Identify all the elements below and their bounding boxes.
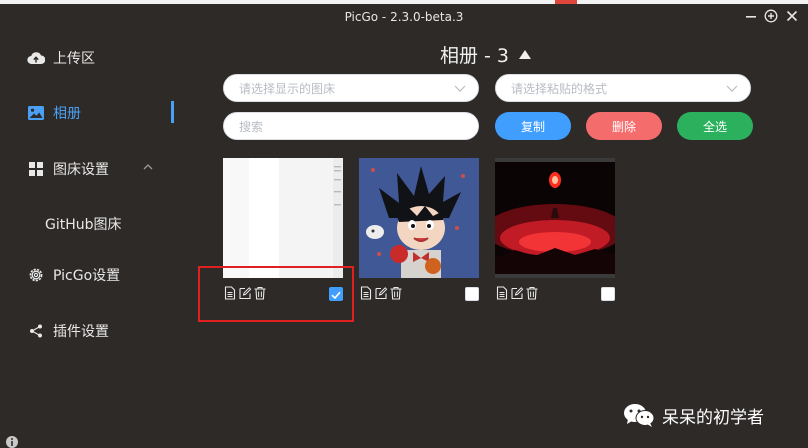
sidebar-item-label: PicGo设置 (53, 268, 121, 284)
sidebar-item-gallery[interactable]: 相册 (0, 95, 200, 131)
sidebar: 上传区 相册 图床设置 GitHub图床 PicGo设置 插件设置 (0, 30, 200, 448)
trash-icon[interactable] (525, 286, 539, 300)
search-placeholder: 搜索 (239, 119, 264, 134)
sidebar-item-label: 插件设置 (53, 324, 109, 340)
add-icon[interactable] (762, 7, 780, 25)
title-bar: PicGo - 2.3.0-beta.3 (0, 4, 808, 30)
share-icon (27, 322, 45, 340)
active-indicator (171, 101, 174, 123)
upload-cloud-icon (27, 49, 45, 67)
copy-button[interactable]: 复制 (495, 112, 571, 140)
gear-icon (27, 266, 45, 284)
sidebar-item-plugin-settings[interactable]: 插件设置 (0, 313, 200, 349)
watermark-text: 呆呆的初学者 (662, 407, 764, 428)
goku-thumbnail[interactable] (359, 158, 479, 278)
sidebar-item-label: 图床设置 (53, 162, 109, 178)
sidebar-item-label: 上传区 (53, 51, 95, 67)
trash-icon[interactable] (389, 286, 403, 300)
grid-icon (27, 160, 45, 178)
document-icon[interactable] (359, 286, 373, 300)
image-icon (27, 104, 45, 122)
card-tools (495, 286, 539, 300)
paste-format-placeholder: 请选择粘贴的格式 (511, 81, 608, 96)
chevron-down-icon (726, 85, 738, 92)
select-all-button[interactable]: 全选 (677, 112, 753, 140)
sidebar-item-picgo-settings[interactable]: PicGo设置 (0, 257, 200, 293)
edit-icon[interactable] (374, 286, 388, 300)
info-icon[interactable] (6, 436, 18, 448)
card-tools (359, 286, 403, 300)
search-input[interactable]: 搜索 (223, 112, 479, 140)
sidebar-item-upload[interactable]: 上传区 (0, 40, 200, 76)
picbed-filter-placeholder: 请选择显示的图床 (239, 81, 336, 96)
minimize-icon[interactable] (742, 7, 760, 25)
window-title: PicGo - 2.3.0-beta.3 (344, 10, 464, 24)
watermark: 呆呆的初学者 (622, 402, 764, 428)
edit-icon[interactable] (510, 286, 524, 300)
paste-format-select[interactable]: 请选择粘贴的格式 (495, 74, 751, 102)
sidebar-item-picbed-settings[interactable]: 图床设置 (0, 151, 200, 187)
select-checkbox[interactable] (601, 287, 615, 301)
document-icon[interactable] (495, 286, 509, 300)
sidebar-subitem-github[interactable]: GitHub图床 (45, 214, 122, 234)
close-icon[interactable] (783, 7, 801, 25)
sidebar-item-label: 相册 (53, 106, 81, 122)
caret-up-icon[interactable] (519, 50, 532, 59)
highlight-annotation (198, 266, 354, 322)
red-sky-thumbnail[interactable] (495, 158, 615, 278)
wechat-icon (624, 404, 655, 427)
picbed-filter-select[interactable]: 请选择显示的图床 (223, 74, 479, 102)
delete-button[interactable]: 删除 (586, 112, 662, 140)
select-checkbox[interactable] (465, 287, 479, 301)
page-title: 相册 - 3 (440, 41, 532, 68)
page-title-text: 相册 - 3 (440, 45, 510, 67)
screenshot-thumbnail[interactable] (223, 158, 343, 278)
chevron-down-icon (454, 85, 466, 92)
chevron-up-icon[interactable] (142, 161, 154, 173)
